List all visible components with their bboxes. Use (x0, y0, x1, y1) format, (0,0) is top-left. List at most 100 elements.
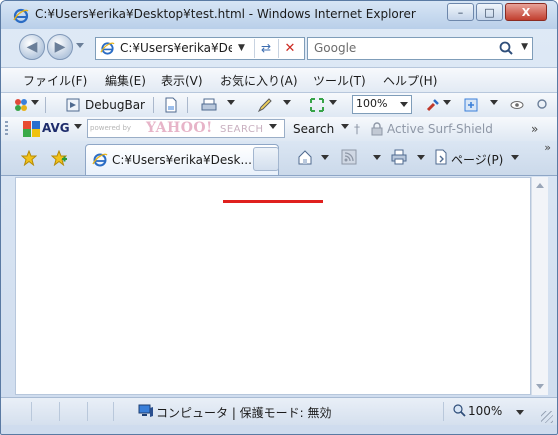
status-panel-divider (31, 402, 32, 421)
status-panel-divider (87, 402, 88, 421)
home-icon[interactable] (297, 149, 313, 165)
page-content (15, 177, 531, 395)
pen-dropdown[interactable] (283, 100, 291, 105)
toolbar-separator (45, 97, 46, 113)
close-button[interactable]: X (505, 3, 547, 21)
debugbar-button[interactable]: DebugBar (85, 98, 145, 112)
command-bar-overflow-chevron[interactable]: » (544, 141, 551, 154)
toolbar-separator (187, 97, 188, 113)
ie-window: C:¥Users¥erika¥Desktop¥test.html - Windo… (0, 0, 558, 435)
refresh-icon[interactable]: ⇄ (254, 39, 277, 58)
yahoo-search-dropdown[interactable] (269, 124, 277, 129)
search-button-dropdown[interactable] (341, 124, 349, 129)
vertical-scrollbar[interactable] (531, 177, 548, 395)
computer-zone-icon (138, 404, 153, 417)
search-box[interactable]: Google ▼ (307, 37, 533, 60)
address-row: ◀ ▶ C:¥Users¥erika¥De ▼ ⇄ ✕ Google ▼ (1, 31, 557, 65)
home-dropdown[interactable] (321, 155, 329, 160)
menu-edit[interactable]: 編集(E) (105, 72, 146, 89)
feeds-dropdown[interactable] (373, 155, 381, 160)
tab-ie-icon (92, 153, 108, 167)
color-picker-dropdown[interactable] (443, 100, 451, 105)
menu-help[interactable]: ヘルプ(H) (383, 72, 437, 89)
favorites-star-icon[interactable] (21, 150, 37, 166)
print-preview-icon[interactable] (201, 97, 217, 113)
page-menu-dropdown[interactable] (511, 155, 519, 160)
status-panel-divider (443, 402, 444, 421)
avg-logo-icon (23, 121, 40, 137)
resize-grip[interactable] (541, 411, 553, 423)
scroll-up-arrow-icon[interactable] (536, 183, 544, 188)
title-bar: C:¥Users¥erika¥Desktop¥test.html - Windo… (1, 1, 557, 29)
feeds-icon[interactable] (341, 149, 357, 165)
zoom-select[interactable]: 100% (352, 95, 412, 114)
avg-button[interactable]: AVG (42, 121, 70, 135)
print-preview-dropdown[interactable] (227, 100, 235, 105)
back-button[interactable]: ◀ (19, 34, 45, 60)
debug-toolbar: DebugBar 100% (1, 93, 557, 118)
debugbar-icon (66, 98, 80, 112)
search-icon[interactable] (498, 40, 514, 56)
maximize-button[interactable]: □ (476, 3, 503, 21)
snapshot-icon[interactable] (463, 97, 479, 113)
stop-icon[interactable]: ✕ (278, 39, 301, 58)
toolbar-options-icon[interactable] (13, 97, 29, 113)
zoom-select-arrow-icon (400, 102, 408, 107)
yahoo-search-watermark: SEARCH (220, 124, 264, 135)
menu-file[interactable]: ファイル(F) (23, 72, 87, 89)
snapshot-dropdown[interactable] (490, 100, 498, 105)
search-toolbar-icon[interactable] (535, 97, 551, 113)
ie-logo-icon (13, 8, 29, 24)
avg-dropdown[interactable] (74, 124, 82, 129)
zoom-level[interactable]: 100% (468, 404, 502, 418)
resize-icon[interactable] (309, 97, 325, 113)
add-favorites-icon[interactable] (51, 150, 67, 166)
minimize-button[interactable]: – (447, 3, 474, 21)
address-input[interactable]: C:¥Users¥erika¥De (120, 41, 232, 55)
powered-by-label: powered by (90, 124, 132, 132)
avg-toolbar: AVG powered by YAHOO! SEARCH Search † Ac… (1, 117, 557, 142)
toolbar-separator (153, 97, 154, 113)
status-panel-divider (113, 402, 114, 421)
print-dropdown[interactable] (417, 155, 425, 160)
search-provider-dropdown-icon[interactable]: ▼ (521, 42, 528, 52)
divider-icon: † (354, 122, 360, 136)
scroll-down-arrow-icon[interactable] (536, 384, 544, 389)
status-panel-divider (59, 402, 60, 421)
zoom-select-value: 100% (356, 97, 388, 110)
red-horizontal-line (223, 200, 323, 203)
tab-active[interactable]: C:¥Users¥erika¥Desk... (85, 144, 279, 175)
tab-title: C:¥Users¥erika¥Desk... (112, 153, 252, 167)
yahoo-search-input[interactable]: powered by YAHOO! SEARCH (87, 119, 285, 138)
status-bar: コンピュータ | 保護モード: 無効 100% (1, 397, 557, 425)
pen-icon[interactable] (257, 97, 273, 113)
toolbar-options-dropdown[interactable] (31, 100, 39, 105)
menu-bar: ファイル(F) 編集(E) 表示(V) お気に入り(A) ツール(T) ヘルプ(… (1, 67, 557, 93)
security-zone-status[interactable]: コンピュータ | 保護モード: 無効 (156, 404, 332, 421)
window-title: C:¥Users¥erika¥Desktop¥test.html - Windo… (35, 7, 416, 21)
color-picker-icon[interactable] (425, 97, 441, 113)
eye-icon[interactable] (509, 97, 525, 113)
print-icon[interactable] (391, 149, 407, 165)
page-menu-button[interactable]: ページ(P) (451, 151, 503, 168)
forward-button[interactable]: ▶ (47, 34, 73, 60)
recent-pages-dropdown[interactable] (76, 43, 84, 48)
resize-dropdown[interactable] (329, 100, 337, 105)
toolbar-overflow-chevron[interactable]: » (531, 122, 538, 136)
active-surf-shield-button[interactable]: Active Surf-Shield (387, 122, 493, 136)
address-dropdown-icon[interactable]: ▼ (238, 43, 245, 53)
new-tab-button[interactable] (253, 147, 279, 171)
search-input[interactable]: Google (314, 41, 356, 55)
page-ie-icon (100, 42, 115, 55)
page-icon (435, 149, 447, 165)
address-bar[interactable]: C:¥Users¥erika¥De ▼ ⇄ ✕ (95, 37, 305, 60)
menu-view[interactable]: 表示(V) (161, 72, 203, 89)
menu-favorites[interactable]: お気に入り(A) (220, 72, 298, 89)
window-controls: – □ X (447, 3, 547, 21)
toolbar-grip[interactable] (5, 121, 8, 137)
forward-arrow-icon: ▶ (54, 39, 66, 55)
search-button[interactable]: Search (293, 122, 334, 136)
zoom-level-dropdown[interactable] (516, 410, 524, 415)
menu-tools[interactable]: ツール(T) (313, 72, 366, 89)
document-icon[interactable] (163, 97, 179, 113)
